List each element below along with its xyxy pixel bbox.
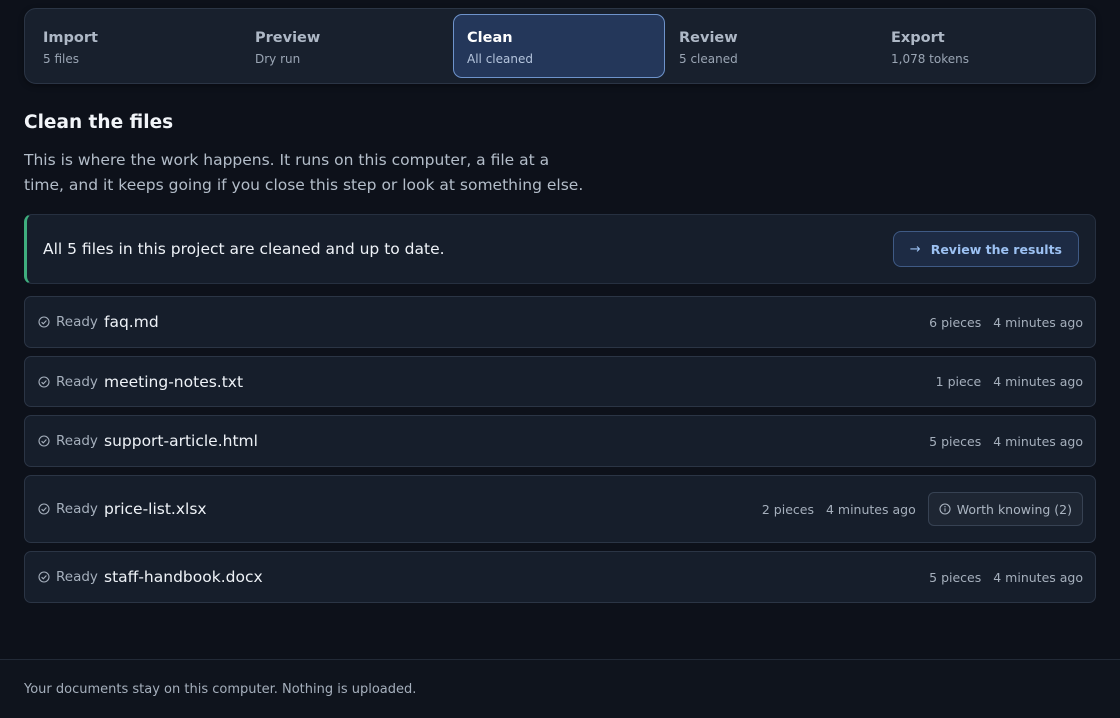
file-name: support-article.html [104, 432, 258, 450]
worth-knowing-label: Worth knowing (2) [956, 501, 1072, 517]
check-circle-icon [38, 571, 50, 583]
step-clean[interactable]: Clean All cleaned [453, 14, 665, 78]
file-status: Ready [38, 314, 104, 330]
status-label: Ready [56, 501, 98, 517]
app-page: Import 5 files Preview Dry run Clean All… [0, 0, 1120, 718]
step-name: Review [679, 30, 738, 46]
step-name: Import [43, 30, 98, 46]
page-title: Clean the files [24, 112, 174, 133]
status-label: Ready [56, 569, 98, 585]
step-subtitle: 5 files [43, 52, 79, 66]
page-intro: This is where the work happens. It runs … [24, 151, 584, 194]
step-name: Preview [255, 30, 321, 46]
stepper: Import 5 files Preview Dry run Clean All… [24, 8, 1096, 84]
file-time: 4 minutes ago [993, 433, 1083, 449]
file-time: 4 minutes ago [825, 501, 916, 517]
check-circle-icon [38, 375, 50, 388]
worth-knowing-button[interactable]: Worth knowing (2) [927, 492, 1083, 526]
review-results-label: Review the results [930, 241, 1062, 257]
step-name: Export [891, 30, 945, 46]
file-name: staff-handbook.docx [104, 568, 263, 586]
info-icon [939, 503, 951, 515]
file-pieces: 1 piece [935, 374, 982, 389]
banner-message: All 5 files in this project are cleaned … [43, 240, 445, 258]
step-preview[interactable]: Preview Dry run [241, 14, 453, 78]
file-name: price-list.xlsx [104, 500, 207, 518]
arrow-right-icon: → [909, 241, 921, 257]
file-row[interactable]: Ready staff-handbook.docx 5 pieces 4 min… [24, 551, 1096, 603]
footer: Your documents stay on this computer. No… [0, 659, 1120, 718]
file-status: Ready [38, 501, 104, 517]
file-row[interactable]: Ready faq.md 6 pieces 4 minutes ago [24, 296, 1096, 348]
file-row[interactable]: Ready price-list.xlsx 2 pieces 4 minutes… [24, 475, 1096, 543]
file-status: Ready [38, 374, 104, 390]
step-subtitle: 1,078 tokens [891, 52, 969, 66]
status-label: Ready [56, 314, 98, 330]
file-row[interactable]: Ready support-article.html 5 pieces 4 mi… [24, 415, 1096, 467]
footer-text: Your documents stay on this computer. No… [24, 682, 417, 697]
check-circle-icon [38, 503, 50, 515]
file-name: faq.md [104, 313, 159, 331]
file-pieces: 6 pieces [929, 314, 982, 330]
check-circle-icon [38, 435, 50, 447]
step-name: Clean [467, 30, 513, 46]
status-label: Ready [56, 433, 98, 449]
file-row[interactable]: Ready meeting-notes.txt 1 piece 4 minute… [24, 356, 1096, 407]
file-pieces: 5 pieces [929, 569, 982, 585]
file-pieces: 5 pieces [929, 433, 982, 449]
step-review[interactable]: Review 5 cleaned [665, 14, 877, 78]
file-time: 4 minutes ago [993, 569, 1083, 585]
step-subtitle: All cleaned [467, 52, 533, 66]
file-time: 4 minutes ago [993, 374, 1083, 389]
check-circle-icon [38, 316, 50, 328]
file-time: 4 minutes ago [993, 314, 1083, 330]
step-subtitle: 5 cleaned [679, 52, 738, 66]
step-import[interactable]: Import 5 files [29, 14, 241, 78]
file-pieces: 2 pieces [761, 501, 814, 517]
step-subtitle: Dry run [255, 52, 301, 66]
file-status: Ready [38, 569, 104, 585]
file-name: meeting-notes.txt [104, 372, 244, 391]
step-export[interactable]: Export 1,078 tokens [877, 14, 1089, 78]
status-banner: All 5 files in this project are cleaned … [24, 214, 1096, 284]
file-status: Ready [38, 433, 104, 449]
status-label: Ready [56, 373, 98, 390]
review-results-button[interactable]: → Review the results [892, 231, 1079, 267]
